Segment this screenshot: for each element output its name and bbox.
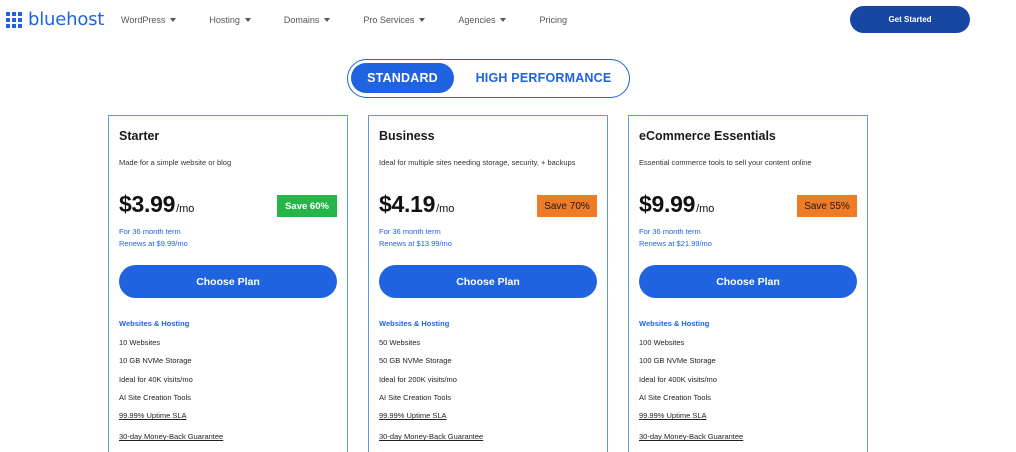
- renewal-price: Renews at $13.99/mo: [379, 239, 452, 248]
- menu-item-domains[interactable]: Domains: [284, 15, 331, 25]
- chevron-down-icon: [170, 18, 177, 22]
- money-back-guarantee-link[interactable]: 30-day Money-Back Guarantee: [379, 431, 483, 452]
- renewal-price: Renews at $21.99/mo: [639, 239, 712, 248]
- feature-list: 100 Websites 100 GB NVMe Storage Ideal f…: [639, 337, 743, 452]
- money-back-guarantee-link[interactable]: 30-day Money-Back Guarantee: [639, 431, 743, 452]
- features-heading: Websites & Hosting: [379, 319, 450, 328]
- menu-item-label: Pro Services: [363, 15, 415, 25]
- get-started-button[interactable]: Get Started: [850, 6, 970, 33]
- price-amount: $9.99: [639, 191, 696, 217]
- save-badge: Save 60%: [277, 195, 337, 217]
- menu-item-pro-services[interactable]: Pro Services: [363, 15, 426, 25]
- logo-text: bluehost: [28, 9, 105, 30]
- feature-item: 50 Websites: [379, 338, 421, 347]
- plan-term: For 36 month term Renews at $13.99/mo: [379, 226, 452, 250]
- save-badge: Save 70%: [537, 195, 597, 217]
- feature-list: 10 Websites 10 GB NVMe Storage Ideal for…: [119, 337, 223, 452]
- top-nav: bluehost WordPress Hosting Domains Pro S…: [0, 0, 1016, 42]
- choose-plan-button[interactable]: Choose Plan: [639, 265, 857, 298]
- feature-item: 10 Websites: [119, 338, 161, 347]
- price-period: /mo: [436, 203, 455, 215]
- menu-item-label: WordPress: [121, 15, 166, 25]
- price-period: /mo: [696, 203, 715, 215]
- uptime-sla-link[interactable]: 99.99% Uptime SLA: [639, 410, 743, 431]
- feature-item: AI Site Creation Tools: [639, 392, 711, 402]
- menu-item-label: Hosting: [209, 15, 240, 25]
- plan-description: Essential commerce tools to sell your co…: [639, 158, 812, 167]
- feature-item: AI Site Creation Tools: [379, 392, 451, 402]
- plan-price: $4.19 /mo: [379, 191, 454, 218]
- term-length: For 36 month term: [379, 227, 441, 236]
- term-length: For 36 month term: [639, 227, 701, 236]
- feature-item: Ideal for 40K visits/mo: [119, 374, 193, 384]
- menu-item-wordpress[interactable]: WordPress: [121, 15, 177, 25]
- feature-item: 100 GB NVMe Storage: [639, 356, 716, 366]
- chevron-down-icon: [419, 18, 426, 22]
- plan-name: eCommerce Essentials: [639, 129, 776, 143]
- plan-card-ecommerce-essentials: eCommerce Essentials Essential commerce …: [628, 115, 868, 452]
- price-period: /mo: [176, 203, 195, 215]
- plan-type-toggle: STANDARD HIGH PERFORMANCE: [347, 59, 630, 98]
- plan-price: $9.99 /mo: [639, 191, 714, 218]
- price-amount: $4.19: [379, 191, 436, 217]
- menu-item-label: Domains: [283, 15, 320, 25]
- choose-plan-button[interactable]: Choose Plan: [119, 265, 337, 298]
- plan-term: For 36 month term Renews at $9.99/mo: [119, 226, 188, 250]
- feature-item: Ideal for 400K visits/mo: [639, 374, 717, 384]
- uptime-sla-link[interactable]: 99.99% Uptime SLA: [379, 410, 483, 431]
- chevron-down-icon: [324, 18, 331, 22]
- feature-item: 100 Websites: [639, 338, 685, 347]
- chevron-down-icon: [500, 18, 507, 22]
- features-heading: Websites & Hosting: [639, 319, 710, 328]
- plan-card-starter: Starter Made for a simple website or blo…: [108, 115, 348, 452]
- uptime-sla-link[interactable]: 99.99% Uptime SLA: [119, 410, 223, 431]
- feature-item: Ideal for 200K visits/mo: [379, 374, 457, 384]
- price-amount: $3.99: [119, 191, 176, 217]
- renewal-price: Renews at $9.99/mo: [119, 239, 188, 248]
- tab-high-performance[interactable]: HIGH PERFORMANCE: [466, 63, 621, 93]
- menu-item-pricing[interactable]: Pricing: [539, 15, 567, 25]
- choose-plan-button[interactable]: Choose Plan: [379, 265, 597, 298]
- menu-item-label: Pricing: [539, 15, 567, 25]
- plan-term: For 36 month term Renews at $21.99/mo: [639, 226, 712, 250]
- plan-description: Ideal for multiple sites needing storage…: [379, 158, 576, 167]
- money-back-guarantee-link[interactable]: 30-day Money-Back Guarantee: [119, 431, 223, 452]
- plan-price: $3.99 /mo: [119, 191, 194, 218]
- feature-item: 10 GB NVMe Storage: [119, 356, 192, 366]
- plan-name: Business: [379, 129, 435, 143]
- features-heading: Websites & Hosting: [119, 319, 190, 328]
- plan-description: Made for a simple website or blog: [119, 158, 232, 167]
- tab-standard[interactable]: STANDARD: [351, 63, 454, 93]
- feature-list: 50 Websites 50 GB NVMe Storage Ideal for…: [379, 337, 483, 452]
- term-length: For 36 month term: [119, 227, 181, 236]
- logo-grid-icon: [6, 11, 22, 28]
- main-menu: WordPress Hosting Domains Pro Services A…: [121, 15, 600, 25]
- feature-item: 50 GB NVMe Storage: [379, 356, 452, 366]
- plan-name: Starter: [119, 129, 160, 143]
- save-badge: Save 55%: [797, 195, 857, 217]
- bluehost-logo[interactable]: bluehost: [6, 9, 104, 30]
- menu-item-agencies[interactable]: Agencies: [458, 15, 507, 25]
- menu-item-hosting[interactable]: Hosting: [209, 15, 251, 25]
- menu-item-label: Agencies: [458, 15, 496, 25]
- feature-item: AI Site Creation Tools: [119, 392, 191, 402]
- plan-card-business: Business Ideal for multiple sites needin…: [368, 115, 608, 452]
- chevron-down-icon: [244, 18, 251, 22]
